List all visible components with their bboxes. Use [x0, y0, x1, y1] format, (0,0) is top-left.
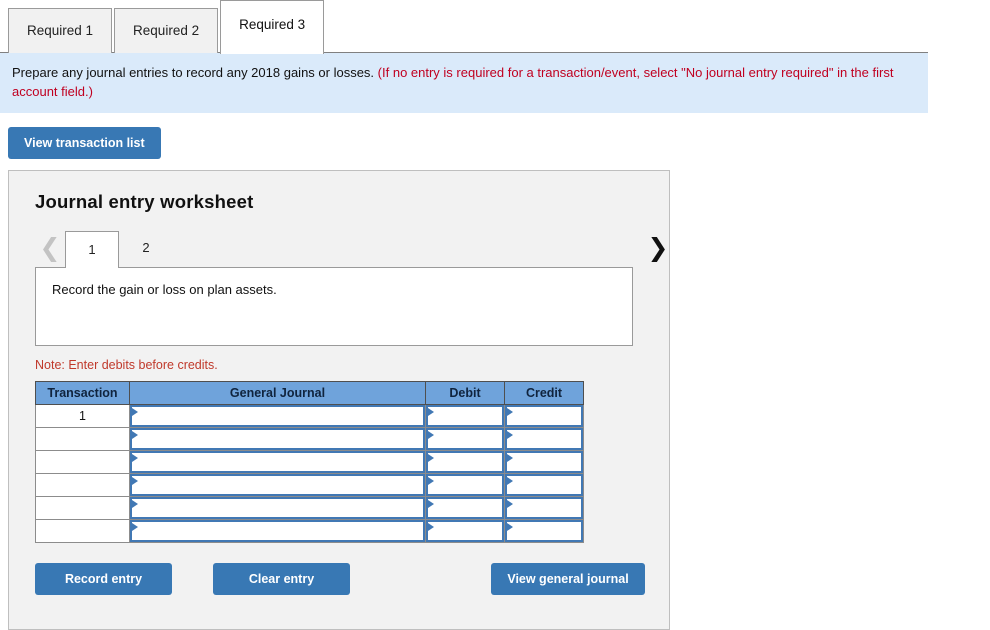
table-row [35, 473, 584, 497]
debit-input[interactable] [426, 405, 504, 427]
table-row [35, 427, 584, 451]
debit-cell [425, 450, 505, 474]
transaction-number [35, 473, 130, 497]
record-entry-button[interactable]: Record entry [35, 563, 172, 595]
column-header-general-journal: General Journal [129, 381, 426, 405]
debit-cell [425, 473, 505, 497]
debit-cell [425, 496, 505, 520]
credit-input[interactable] [505, 520, 583, 542]
journal-entry-worksheet-panel: Journal entry worksheet ❮ 1 2 ❯ Record t… [8, 170, 670, 630]
credit-input[interactable] [505, 474, 583, 496]
table-header-row: Transaction General Journal Debit Credit [35, 381, 584, 405]
worksheet-pager: ❮ 1 2 ❯ [35, 229, 668, 268]
view-general-journal-button[interactable]: View general journal [491, 563, 645, 595]
required-tab-strip: Required 1 Required 2 Required 3 [0, 0, 928, 54]
credit-cell [504, 473, 584, 497]
debit-cell [425, 519, 505, 543]
transaction-number [35, 519, 130, 543]
transaction-number [35, 496, 130, 520]
tab-required-2[interactable]: Required 2 [114, 8, 219, 53]
debit-input[interactable] [426, 520, 504, 542]
worksheet-footer: Record entry Clear entry View general jo… [35, 563, 645, 595]
account-input[interactable] [130, 497, 425, 519]
column-header-credit: Credit [504, 381, 584, 405]
debit-input[interactable] [426, 451, 504, 473]
debit-input[interactable] [426, 474, 504, 496]
table-row [35, 519, 584, 543]
debit-cell [425, 427, 505, 451]
view-transaction-list-button[interactable]: View transaction list [8, 127, 161, 159]
account-cell [129, 450, 426, 474]
account-input[interactable] [130, 405, 425, 427]
account-cell [129, 427, 426, 451]
credit-input[interactable] [505, 497, 583, 519]
account-input[interactable] [130, 520, 425, 542]
credit-cell [504, 450, 584, 474]
toolbar: View transaction list [0, 113, 990, 159]
chevron-right-icon[interactable]: ❯ [643, 236, 673, 267]
worksheet-page-2[interactable]: 2 [119, 230, 173, 267]
clear-entry-button[interactable]: Clear entry [213, 563, 350, 595]
account-input[interactable] [130, 428, 425, 450]
table-row: 1 [35, 404, 584, 428]
debit-input[interactable] [426, 428, 504, 450]
instruction-text: Prepare any journal entries to record an… [12, 65, 375, 80]
credit-cell [504, 496, 584, 520]
debits-before-credits-note: Note: Enter debits before credits. [35, 358, 218, 372]
instruction-banner: Prepare any journal entries to record an… [0, 53, 928, 113]
worksheet-page-1[interactable]: 1 [65, 231, 119, 268]
account-input[interactable] [130, 474, 425, 496]
table-row [35, 496, 584, 520]
table-row [35, 450, 584, 474]
entry-description-text: Record the gain or loss on plan assets. [52, 282, 277, 297]
credit-cell [504, 519, 584, 543]
transaction-number [35, 450, 130, 474]
debit-input[interactable] [426, 497, 504, 519]
credit-input[interactable] [505, 451, 583, 473]
account-cell [129, 519, 426, 543]
account-input[interactable] [130, 451, 425, 473]
entry-description-box: Record the gain or loss on plan assets. [35, 267, 633, 346]
credit-cell [504, 427, 584, 451]
transaction-number: 1 [35, 404, 130, 428]
debit-cell [425, 404, 505, 428]
account-cell [129, 404, 426, 428]
column-header-debit: Debit [425, 381, 505, 405]
chevron-left-icon[interactable]: ❮ [35, 236, 65, 267]
account-cell [129, 496, 426, 520]
tab-required-3[interactable]: Required 3 [220, 0, 325, 54]
account-cell [129, 473, 426, 497]
transaction-number [35, 427, 130, 451]
credit-input[interactable] [505, 405, 583, 427]
column-header-transaction: Transaction [35, 381, 130, 405]
tab-required-1[interactable]: Required 1 [8, 8, 113, 53]
credit-cell [504, 404, 584, 428]
journal-entry-table: Transaction General Journal Debit Credit… [35, 381, 584, 543]
page-title: Journal entry worksheet [35, 191, 254, 212]
credit-input[interactable] [505, 428, 583, 450]
